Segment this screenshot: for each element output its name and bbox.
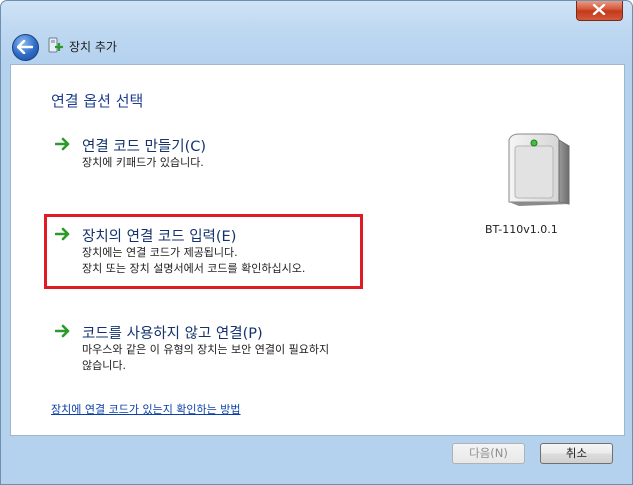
close-icon [592, 4, 606, 15]
page-heading: 연결 옵션 선택 [51, 92, 144, 110]
option-create-code-desc: 장치에 키패드가 있습니다. [82, 156, 204, 169]
device-tower-icon [508, 133, 570, 206]
option-no-code-label: 코드를 사용하지 않고 연결(P) [82, 326, 263, 342]
back-button[interactable] [12, 34, 39, 61]
add-device-window: 장치 추가 연결 옵션 선택 연결 코드 만들기(C) 장치에 키패드가 있습니… [0, 0, 633, 485]
content-panel: 연결 옵션 선택 연결 코드 만들기(C) 장치에 키패드가 있습니다. 장치의… [10, 64, 625, 436]
option-create-code-label: 연결 코드 만들기(C) [82, 139, 207, 155]
footer-bar: 다음(N) 취소 [1, 435, 632, 484]
highlight-box [44, 214, 363, 289]
window-title: 장치 추가 [69, 40, 117, 54]
bluetooth-device-add-icon [48, 37, 63, 53]
back-arrow-icon [17, 40, 33, 54]
device-name: BT-110v1.0.1 [485, 223, 558, 236]
cancel-button[interactable]: 취소 [540, 443, 613, 464]
close-button[interactable] [576, 1, 623, 21]
green-arrow-icon [55, 324, 70, 338]
green-arrow-icon [55, 137, 70, 151]
next-button[interactable]: 다음(N) [452, 443, 525, 464]
help-link[interactable]: 장치에 연결 코드가 있는지 확인하는 방법 [51, 401, 241, 417]
option-no-code-desc: 마우스와 같은 이 유형의 장치는 보안 연결이 필요하지 않습니다. [82, 343, 330, 372]
